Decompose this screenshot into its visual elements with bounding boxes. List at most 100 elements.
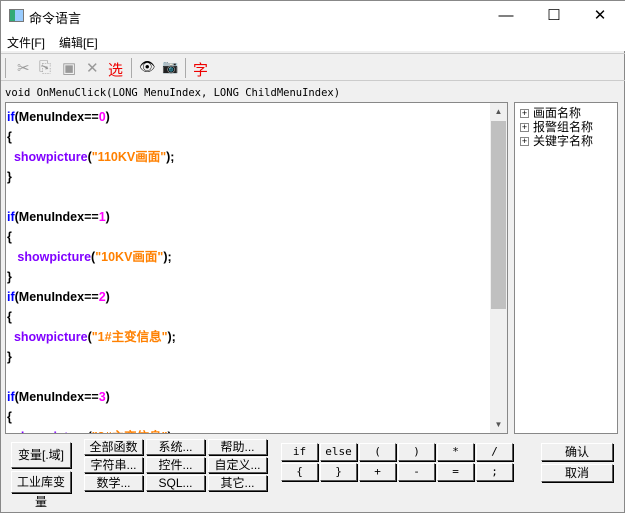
binoculars-icon[interactable]: 👁	[139, 59, 156, 75]
scroll-thumb[interactable]	[491, 121, 506, 309]
function-category-button[interactable]: 全部函数	[84, 439, 143, 455]
function-category-button[interactable]: 数学...	[84, 475, 143, 491]
app-icon	[9, 9, 24, 22]
expand-icon[interactable]: +	[520, 137, 529, 147]
operator-button[interactable]: else	[320, 443, 357, 461]
operator-button[interactable]: =	[437, 463, 474, 481]
confirm-button[interactable]: 确认	[541, 443, 613, 461]
code-token: {	[7, 230, 12, 244]
scroll-up-icon[interactable]: ▲	[490, 103, 507, 120]
operator-button[interactable]: }	[320, 463, 357, 481]
operator-button[interactable]: (	[359, 443, 396, 461]
code-line: }	[7, 347, 12, 367]
vertical-scrollbar[interactable]: ▲ ▼	[490, 103, 507, 433]
operator-button[interactable]: )	[398, 443, 435, 461]
code-token: 2	[98, 290, 106, 304]
divider	[185, 58, 186, 78]
code-token: "1#主变信息"	[91, 330, 168, 344]
operator-button[interactable]: -	[398, 463, 435, 481]
copy-icon[interactable]: ⎘	[39, 59, 51, 76]
expand-icon[interactable]: +	[520, 123, 529, 133]
function-category-button[interactable]: SQL...	[146, 475, 205, 491]
code-token: showpicture	[14, 430, 88, 433]
tree-node-pictures[interactable]: + 画面名称	[520, 106, 581, 120]
title-bar: 命令语言 — ☐ ✕	[1, 1, 625, 31]
code-token: 3	[98, 390, 106, 404]
operator-button[interactable]: ;	[476, 463, 513, 481]
tree-label: 关键字名称	[533, 134, 594, 148]
function-category-button[interactable]: 其它...	[208, 475, 267, 491]
minimize-button[interactable]: —	[491, 5, 521, 27]
operator-button[interactable]: {	[281, 463, 318, 481]
code-line: {	[7, 407, 12, 427]
code-token: "110KV画面"	[91, 150, 167, 164]
code-token: )	[105, 210, 110, 224]
tree-node-keywords[interactable]: + 关键字名称	[520, 134, 593, 148]
scroll-down-icon[interactable]: ▼	[490, 416, 507, 433]
window-title: 命令语言	[29, 11, 82, 26]
function-category-button[interactable]: 控件...	[146, 457, 205, 473]
cancel-button[interactable]: 取消	[541, 464, 613, 482]
divider	[5, 58, 6, 78]
code-token: );	[166, 150, 175, 164]
code-token: }	[7, 270, 12, 284]
code-token: )	[105, 390, 110, 404]
operator-button[interactable]: /	[476, 443, 513, 461]
code-token: 0	[98, 110, 106, 124]
code-line: if(MenuIndex==3)	[7, 387, 110, 407]
menu-edit[interactable]: 编辑[E]	[59, 34, 98, 51]
code-token: showpicture	[13, 330, 88, 344]
code-token: if	[7, 290, 15, 304]
tree-panel: + 画面名称 + 报警组名称 + 关键字名称	[514, 102, 618, 434]
code-token: {	[7, 410, 12, 424]
function-category-button[interactable]: 字符串...	[84, 457, 143, 473]
tree-label: 报警组名称	[533, 120, 594, 134]
code-line: showpicture("2#主变信息");	[7, 427, 176, 433]
code-token: );	[168, 430, 176, 433]
operator-button[interactable]: +	[359, 463, 396, 481]
code-token: (MenuIndex==	[14, 110, 99, 124]
camera-icon[interactable]: 📷	[162, 59, 178, 75]
cut-icon[interactable]: ✂	[17, 59, 30, 77]
code-line: showpicture("1#主变信息");	[7, 327, 176, 347]
code-token: if	[7, 110, 15, 124]
operator-button[interactable]: *	[437, 443, 474, 461]
code-token: );	[163, 250, 172, 264]
tree-node-alarm-groups[interactable]: + 报警组名称	[520, 120, 593, 134]
code-line: showpicture("10KV画面");	[7, 247, 172, 267]
divider	[131, 58, 132, 78]
code-token: (MenuIndex==	[14, 290, 99, 304]
code-token: if	[7, 390, 15, 404]
code-line: }	[7, 167, 12, 187]
function-signature: void OnMenuClick(LONG MenuIndex, LONG Ch…	[5, 87, 341, 99]
function-category-button[interactable]: 自定义...	[208, 457, 267, 473]
code-line: {	[7, 307, 12, 327]
code-token: }	[7, 350, 12, 364]
menu-bar: 文件[F] 编辑[E]	[1, 31, 625, 51]
code-line: {	[7, 127, 12, 147]
code-line: showpicture("110KV画面");	[7, 147, 175, 167]
paste-icon[interactable]: ▣	[62, 59, 76, 77]
function-category-button[interactable]: 系统...	[146, 439, 205, 455]
font-button[interactable]: 字	[193, 59, 208, 80]
close-button[interactable]: ✕	[585, 5, 615, 27]
code-token: "2#主变信息"	[92, 430, 168, 433]
maximize-button[interactable]: ☐	[539, 5, 569, 27]
expand-icon[interactable]: +	[520, 109, 529, 119]
code-token: }	[7, 170, 12, 184]
select-button[interactable]: 选	[108, 59, 123, 80]
tree-label: 画面名称	[533, 106, 582, 120]
industrial-variable-button[interactable]: 工业库变量	[11, 471, 71, 509]
code-token: )	[105, 290, 110, 304]
code-line: if(MenuIndex==0)	[7, 107, 110, 127]
menu-file[interactable]: 文件[F]	[7, 34, 45, 51]
variable-field-button[interactable]: 变量[.域]	[11, 442, 71, 468]
operator-button[interactable]: if	[281, 443, 318, 461]
delete-icon[interactable]: ✕	[86, 59, 99, 77]
code-editor[interactable]: if(MenuIndex==0){ showpicture("110KV画面")…	[5, 102, 508, 434]
function-category-button[interactable]: 帮助...	[208, 439, 267, 455]
code-line: if(MenuIndex==1)	[7, 207, 110, 227]
code-token: (MenuIndex==	[14, 210, 99, 224]
